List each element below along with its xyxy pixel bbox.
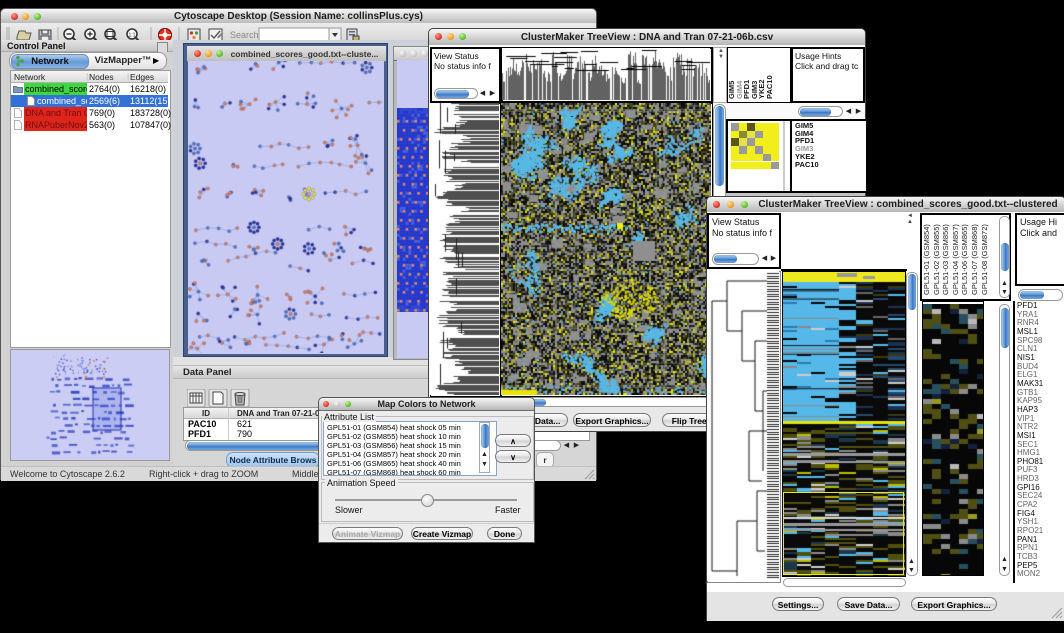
svg-text:Search:: Search: (230, 30, 261, 40)
svg-text:1:1: 1:1 (129, 33, 136, 39)
